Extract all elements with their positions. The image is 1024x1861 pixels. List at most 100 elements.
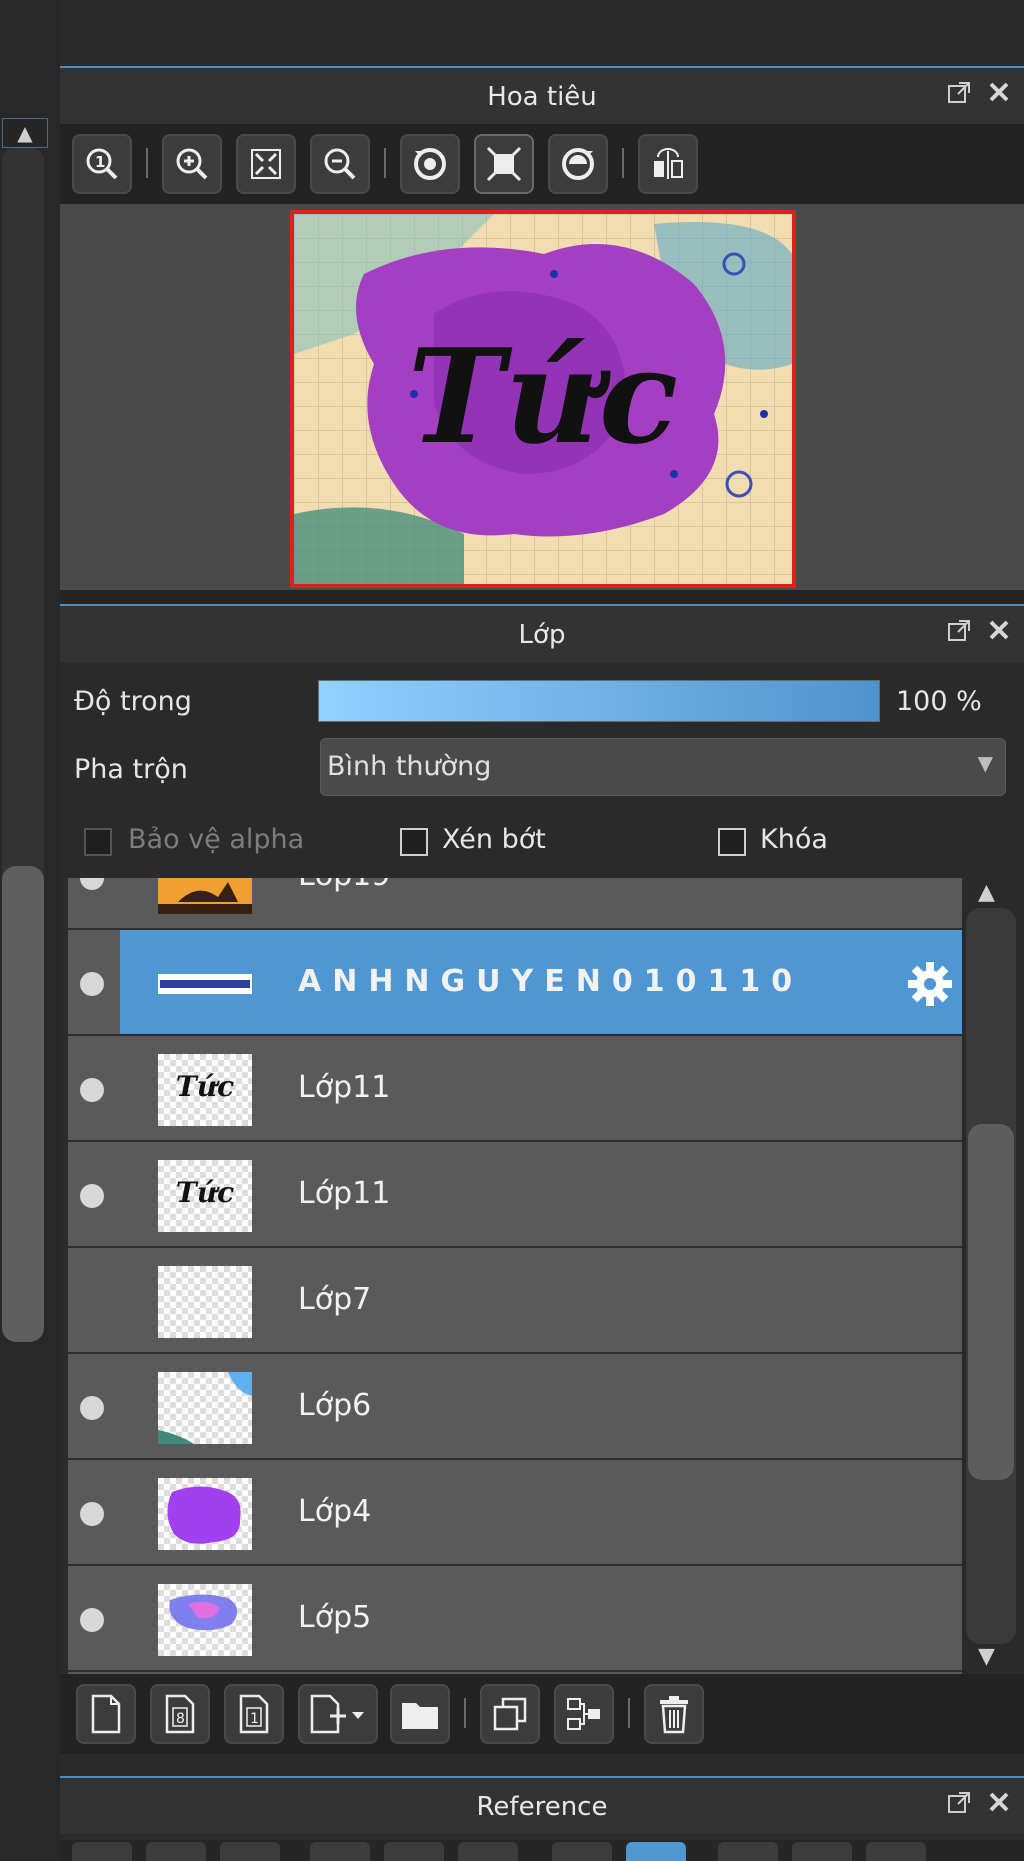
close-icon[interactable] (984, 80, 1014, 110)
reference-tool-button[interactable] (146, 1842, 206, 1861)
layer-name: ANHNGUYEN010110 (298, 964, 804, 999)
rotate-left-icon (414, 148, 446, 180)
clipping-label: Xén bớt (442, 824, 546, 855)
merge-down-button[interactable] (554, 1684, 614, 1744)
svg-text:1: 1 (250, 1711, 259, 1727)
navigator-title: Hoa tiêu (487, 82, 597, 112)
gear-icon[interactable] (906, 960, 954, 1008)
rotate-left-button[interactable] (400, 134, 460, 194)
folder-icon (402, 1703, 438, 1729)
blend-mode-value: Bình thường (327, 751, 492, 782)
layer-row[interactable]: Lớp6 (68, 1354, 962, 1460)
visibility-toggle[interactable] (80, 972, 104, 996)
reference-title: Reference (476, 1792, 608, 1822)
visibility-toggle[interactable] (80, 1078, 104, 1102)
close-icon[interactable] (984, 618, 1014, 648)
layer-row[interactable]: Lớp5 (68, 1566, 962, 1672)
rotate-right-button[interactable] (548, 134, 608, 194)
layers-header: Lớp (60, 604, 1024, 662)
visibility-toggle[interactable] (80, 1184, 104, 1208)
reference-tool-button[interactable] (866, 1842, 926, 1861)
new-8bit-layer-button[interactable]: 8 (150, 1684, 210, 1744)
merge-icon (567, 1698, 600, 1730)
layers-title: Lớp (518, 620, 566, 650)
chevron-down-icon: ▼ (977, 751, 993, 775)
close-icon[interactable] (984, 1790, 1014, 1820)
navigator-toolbar: 1 (60, 124, 1024, 204)
visibility-toggle[interactable] (80, 1608, 104, 1632)
zoom-in-button[interactable] (162, 134, 222, 194)
layer-thumbnail: Tức (158, 1160, 252, 1232)
undock-icon[interactable] (944, 618, 974, 648)
visibility-toggle[interactable] (80, 878, 104, 890)
zoom-actual-button[interactable]: 1 (72, 134, 132, 194)
new-layer-button[interactable] (76, 1684, 136, 1744)
layer-row[interactable]: Lớp19 (68, 878, 962, 930)
canvas-title-text: Tức (408, 320, 678, 473)
layer-row[interactable]: Lớp7 (68, 1248, 962, 1354)
layer-list-scroll-thumb[interactable] (968, 1124, 1014, 1480)
thumbnail-text: Tức (175, 1070, 235, 1103)
protect-alpha-label: Bảo vệ alpha (128, 824, 305, 855)
layer-row[interactable]: Tức Lớp11 (68, 1142, 962, 1248)
layer-thumbnail (158, 1478, 252, 1550)
undock-icon[interactable] (944, 80, 974, 110)
layer-thumbnail (158, 1584, 252, 1656)
opacity-slider[interactable] (318, 680, 880, 722)
reference-tool-button[interactable] (552, 1842, 612, 1861)
layer-row-selected[interactable]: ANHNGUYEN010110 (120, 930, 962, 1036)
reference-tool-button[interactable] (384, 1842, 444, 1861)
new-8bit-layer-icon: 8 (165, 1694, 195, 1734)
visibility-toggle[interactable] (80, 1502, 104, 1526)
reference-tool-button[interactable] (310, 1842, 370, 1861)
left-scrollbar-thumb[interactable] (2, 866, 44, 1342)
duplicate-layer-button[interactable] (480, 1684, 540, 1744)
visibility-toggle[interactable] (80, 1396, 104, 1420)
clipping-checkbox[interactable] (400, 828, 428, 856)
rotate-right-icon (562, 148, 594, 180)
scroll-down-icon[interactable]: ▼ (978, 1644, 995, 1669)
add-layer-icon (310, 1694, 364, 1734)
reference-tool-button[interactable] (72, 1842, 132, 1861)
navigator-canvas-preview[interactable]: Tức (290, 210, 796, 588)
zoom-in-icon (176, 148, 208, 180)
opacity-label: Độ trong (74, 686, 192, 717)
layer-thumbnail (158, 974, 252, 994)
reset-view-icon (486, 146, 522, 182)
reference-tool-button-active[interactable] (626, 1842, 686, 1861)
delete-layer-button[interactable] (644, 1684, 704, 1744)
lock-checkbox[interactable] (718, 828, 746, 856)
zoom-out-button[interactable] (310, 134, 370, 194)
reference-tool-button[interactable] (220, 1842, 280, 1861)
reset-view-button[interactable] (474, 134, 534, 194)
add-layer-menu-button[interactable] (298, 1684, 378, 1744)
top-bar (0, 0, 1024, 64)
reference-header: Reference (60, 1776, 1024, 1834)
fit-screen-button[interactable] (236, 134, 296, 194)
reference-tool-button[interactable] (458, 1842, 518, 1861)
zoom-1-icon: 1 (86, 148, 118, 180)
layer-toolbar: 8 1 (60, 1674, 1024, 1754)
flip-horizontal-button[interactable] (638, 134, 698, 194)
protect-alpha-checkbox[interactable] (84, 828, 112, 856)
layer-row[interactable]: Lớp4 (68, 1460, 962, 1566)
undock-icon[interactable] (944, 1790, 974, 1820)
opacity-value: 100 % (896, 686, 982, 717)
layer-name: Lớp11 (298, 1176, 391, 1211)
new-1bit-layer-button[interactable]: 1 (224, 1684, 284, 1744)
layer-name: Lớp11 (298, 1070, 391, 1105)
zoom-out-icon (324, 148, 356, 180)
layer-row[interactable]: Tức Lớp11 (68, 1036, 962, 1142)
thumbnail-text: Tức (175, 1176, 235, 1209)
scroll-up-icon[interactable]: ▲ (978, 880, 995, 905)
reference-tool-button[interactable] (718, 1842, 778, 1861)
duplicate-icon (493, 1697, 527, 1731)
blend-mode-select[interactable]: Bình thường ▼ (320, 738, 1006, 796)
new-folder-button[interactable] (390, 1684, 450, 1744)
blend-label: Pha trộn (74, 754, 188, 785)
left-scroll-up-icon[interactable]: ▲ (2, 118, 48, 148)
svg-text:8: 8 (176, 1711, 185, 1727)
layer-thumbnail: Tức (158, 1054, 252, 1126)
layer-name: Lớp19 (298, 878, 390, 893)
reference-tool-button[interactable] (792, 1842, 852, 1861)
